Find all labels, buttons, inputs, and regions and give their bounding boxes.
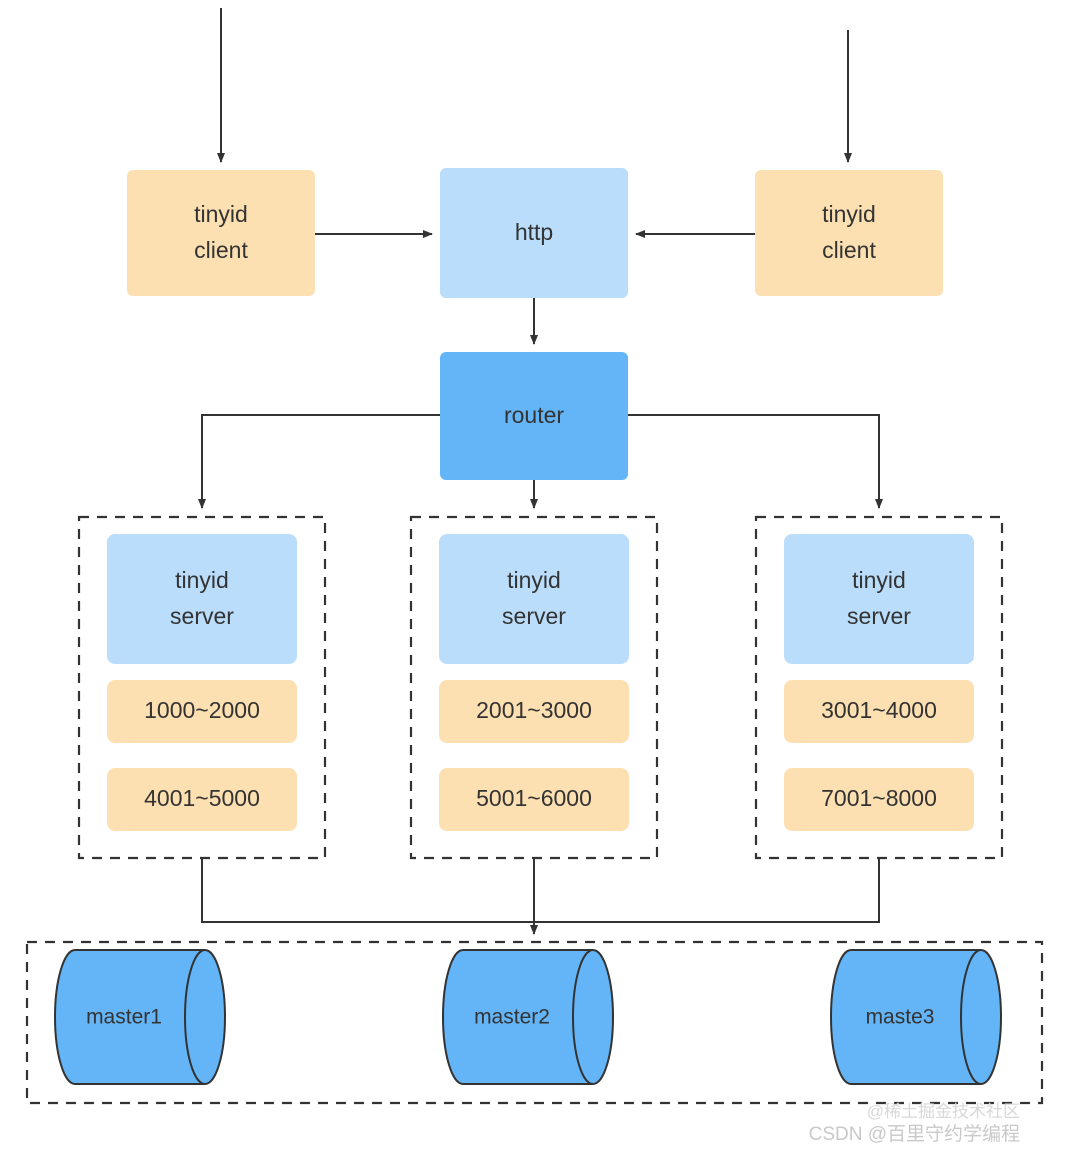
server-group-2-server-label-line2: server xyxy=(502,603,566,629)
server-group-1-server-label-line1: tinyid xyxy=(175,567,229,593)
db-master3-label: maste3 xyxy=(866,1006,935,1029)
client-right-box[interactable] xyxy=(755,170,943,296)
node-client-left[interactable]: tinyid client xyxy=(127,170,315,296)
watermark-top: @稀土掘金技术社区 xyxy=(867,1102,1020,1121)
watermark-bottom: CSDN @百里守约学编程 xyxy=(809,1123,1020,1145)
diagram-canvas: tinyid client tinyid client http router … xyxy=(25,8,1044,1145)
database-container: master1 master2 maste3 xyxy=(25,940,1044,1105)
server-group-3-server-label-line2: server xyxy=(847,603,911,629)
edge-router-to-group-3 xyxy=(628,414,883,509)
node-db-master1[interactable]: master1 xyxy=(54,949,226,1085)
node-db-master2[interactable]: master2 xyxy=(442,949,614,1085)
node-client-right[interactable]: tinyid client xyxy=(755,170,943,296)
server-group-1-server-box[interactable] xyxy=(107,534,297,664)
client-left-box[interactable] xyxy=(127,170,315,296)
server-group-1-range-1-label: 4001~5000 xyxy=(144,785,260,811)
node-http[interactable]: http xyxy=(440,168,628,298)
server-group-2-range-0-label: 2001~3000 xyxy=(476,697,592,723)
architecture-diagram: tinyid client tinyid client http router … xyxy=(0,0,1080,1149)
server-group-3-range-0-label: 3001~4000 xyxy=(821,697,937,723)
node-router[interactable]: router xyxy=(440,352,628,480)
server-group-2: tinyid server 2001~3000 5001~6000 xyxy=(409,515,659,860)
server-group-3: tinyid server 3001~4000 7001~8000 xyxy=(754,515,1004,860)
server-group-1: tinyid server 1000~2000 4001~5000 xyxy=(77,515,327,860)
db-master2-label: master2 xyxy=(474,1006,550,1029)
server-group-1-server-label-line2: server xyxy=(170,603,234,629)
server-group-2-range-1-label: 5001~6000 xyxy=(476,785,592,811)
server-group-3-server-label-line1: tinyid xyxy=(852,567,906,593)
server-group-1-range-0-label: 1000~2000 xyxy=(144,697,260,723)
edge-groups-to-databases xyxy=(201,858,880,935)
server-group-2-server-label-line1: tinyid xyxy=(507,567,561,593)
node-db-master3[interactable]: maste3 xyxy=(830,949,1002,1085)
edge-router-to-group-1 xyxy=(198,414,440,509)
client-right-label-line2: client xyxy=(822,237,876,263)
http-label: http xyxy=(515,219,553,245)
db-master1-label: master1 xyxy=(86,1006,162,1029)
client-left-label-line2: client xyxy=(194,237,248,263)
server-group-3-server-box[interactable] xyxy=(784,534,974,664)
server-group-2-server-box[interactable] xyxy=(439,534,629,664)
server-group-3-range-1-label: 7001~8000 xyxy=(821,785,937,811)
client-right-label-line1: tinyid xyxy=(822,201,876,227)
router-label: router xyxy=(504,402,564,428)
client-left-label-line1: tinyid xyxy=(194,201,248,227)
